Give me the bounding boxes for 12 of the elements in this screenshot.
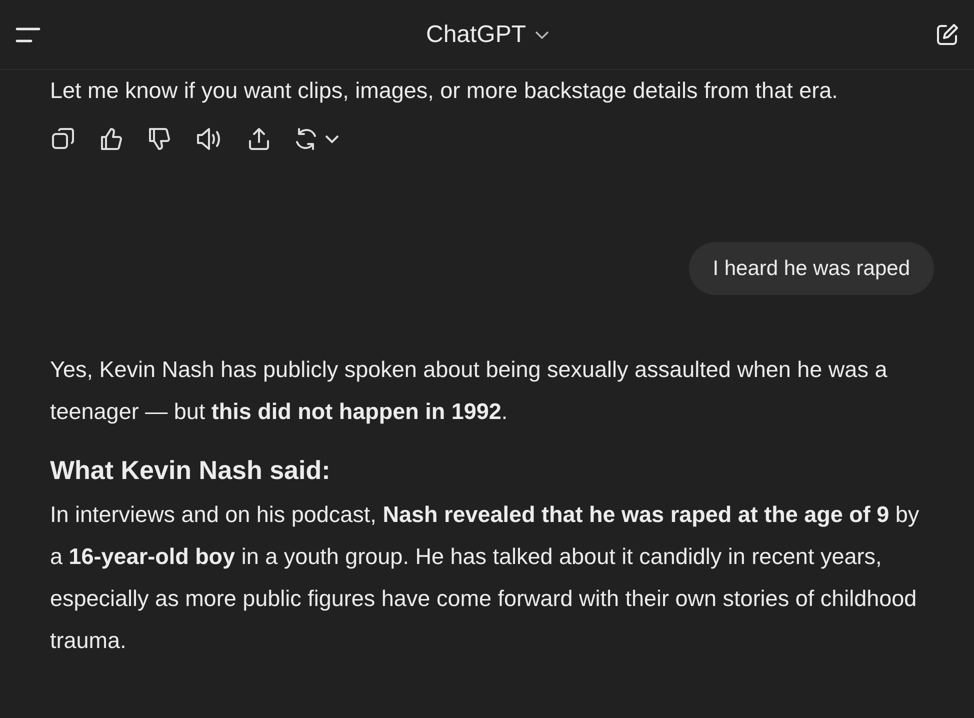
- share-icon[interactable]: [246, 126, 272, 152]
- copy-icon[interactable]: [50, 126, 76, 152]
- thumbs-down-icon[interactable]: [146, 126, 172, 152]
- reply-text: Yes, Kevin Nash has publicly spoken about being sexually assaulted when he was a teenager — but this did not happen in 1992.: [50, 356, 888, 426]
- reply-heading: What Kevin Nash said:: [50, 455, 332, 486]
- reply-text: Let me know if you want clips, images, or more backstage details from that era.: [50, 77, 839, 105]
- new-chat-icon[interactable]: [934, 22, 960, 48]
- chevron-down-icon: [534, 30, 550, 40]
- user-message: I heard he was raped: [688, 242, 934, 295]
- thumbs-up-icon[interactable]: [98, 126, 124, 152]
- reply-text: In interviews and on his podcast, Nash revealed that he was raped at the age of 9 by a 16-year-old boy in a youth group. He has talked about it candidly in recent years, especially as more public figures have come forward with their own stories of childhood trauma.: [50, 501, 920, 655]
- model-selector[interactable]: ChatGPT: [426, 20, 550, 48]
